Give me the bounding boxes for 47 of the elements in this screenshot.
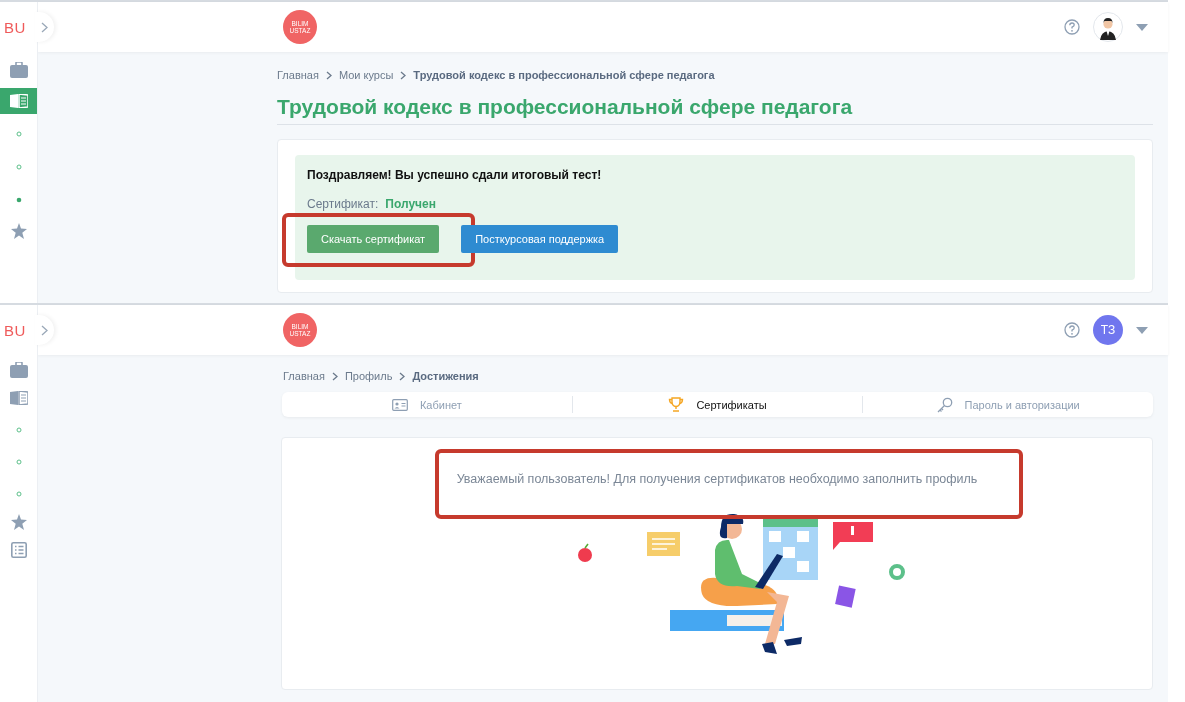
chevron-right-icon — [325, 70, 332, 80]
breadcrumb-link[interactable]: Профиль — [344, 370, 393, 382]
chevron-right-icon — [399, 371, 406, 381]
key-icon — [936, 396, 953, 413]
chevron-right-icon — [41, 21, 48, 33]
page-title: Трудовой кодекс в профессиональной сфере педагога — [277, 95, 1153, 125]
success-message: Поздравляем! Вы успешно сдали итоговый тест! — [307, 168, 603, 182]
dot-icon — [15, 164, 22, 170]
briefcase-icon — [9, 362, 28, 378]
sidebar-item[interactable] — [0, 88, 37, 114]
notice-message: Уважаемый пользователь! Для получения сертификатов необходимо заполнить профиль — [456, 472, 978, 486]
breadcrumb-link[interactable]: Главная — [277, 69, 319, 81]
help-icon[interactable] — [1064, 322, 1080, 338]
briefcase-icon — [9, 62, 28, 78]
tab[interactable]: Пароль и авторизации — [862, 396, 1153, 413]
chevron-right-icon — [400, 70, 407, 80]
breadcrumb-link[interactable]: Главная — [283, 370, 325, 382]
book-icon — [9, 391, 28, 405]
brand-logo[interactable]: BU — [4, 321, 26, 339]
avatar[interactable] — [1093, 12, 1123, 42]
dot-icon — [15, 427, 22, 433]
star-icon — [10, 223, 27, 239]
brand-logo[interactable]: BU — [4, 18, 26, 36]
list-icon — [10, 542, 27, 558]
caret-icon[interactable] — [1136, 326, 1148, 334]
chevron-right-icon — [41, 324, 48, 336]
breadcrumb-current: Трудовой кодекс в профессиональной сфере педагога — [413, 69, 715, 81]
dot-icon — [15, 197, 22, 203]
avatar[interactable]: ТЗ — [1093, 315, 1123, 345]
tab[interactable]: Кабинет — [282, 396, 572, 413]
id-card-icon — [391, 398, 408, 411]
dot-icon — [15, 131, 22, 137]
tab[interactable]: Сертификаты — [571, 396, 863, 413]
support-button[interactable]: Посткурсовая поддержка — [461, 225, 619, 253]
caret-icon[interactable] — [1136, 23, 1148, 31]
download-button[interactable]: Скачать сертификат — [307, 225, 440, 253]
book-icon — [9, 94, 28, 108]
certificate-status: Получен — [385, 197, 436, 211]
star-icon — [10, 514, 27, 530]
trophy-icon — [668, 397, 685, 412]
breadcrumb-link[interactable]: Мои курсы — [338, 69, 394, 81]
chevron-right-icon — [331, 371, 338, 381]
help-icon[interactable] — [1064, 19, 1080, 35]
dot-icon — [15, 491, 22, 497]
breadcrumb-current: Достижения — [412, 370, 479, 382]
dot-icon — [15, 459, 22, 465]
certificate-label: Сертификат: — [307, 197, 379, 211]
